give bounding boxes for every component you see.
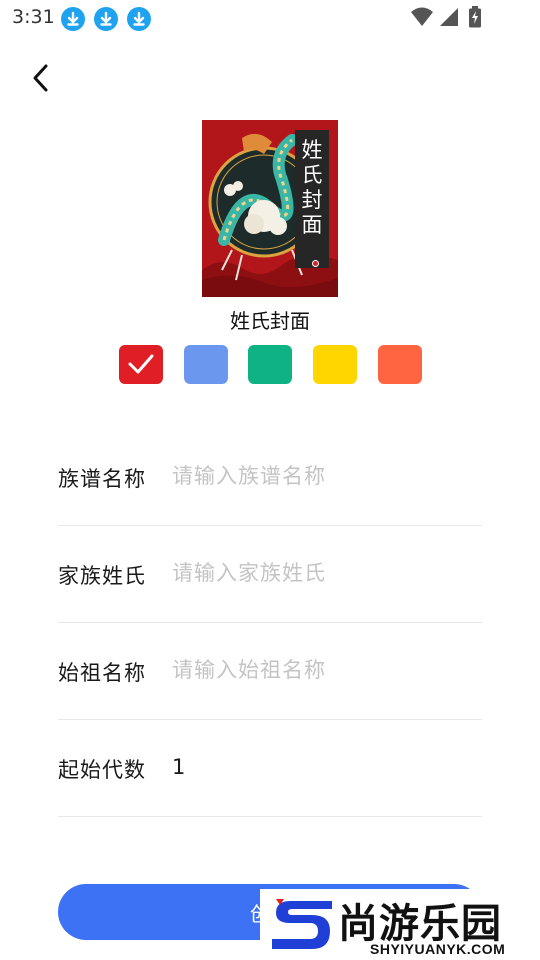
download-icon [94, 7, 118, 31]
start-generation-label: 起始代数 [58, 758, 146, 782]
watermark-logo-icon [272, 899, 332, 949]
battery-charging-icon [469, 6, 481, 28]
checkmark-icon [128, 354, 154, 374]
status-time: 3:31 [12, 6, 55, 28]
genealogy-name-input[interactable] [172, 457, 472, 495]
chevron-left-icon [33, 64, 48, 92]
color-swatch-yellow[interactable] [313, 345, 357, 384]
cover-caption: 姓氏封面 [230, 309, 310, 333]
status-bar: 3:31 [0, 0, 540, 36]
start-generation-input[interactable] [172, 748, 472, 786]
form-row-ancestor-name: 始祖名称 [58, 623, 482, 720]
cover-title-banner: 姓 氏 封 面 [295, 130, 329, 268]
watermark: 尚游乐园 SHYIYUANYK.COM [260, 889, 540, 960]
wifi-icon [411, 7, 433, 26]
form-row-start-generation: 起始代数 [58, 720, 482, 817]
genealogy-name-label: 族谱名称 [58, 467, 146, 491]
color-swatch-blue[interactable] [184, 345, 228, 384]
watermark-subtitle: SHYIYUANYK.COM [370, 941, 506, 957]
download-icon [127, 7, 151, 31]
family-surname-input[interactable] [172, 554, 472, 592]
seal-stamp-icon [312, 260, 319, 267]
color-swatch-green[interactable] [248, 345, 292, 384]
cover-title-char: 面 [301, 213, 323, 237]
form-row-genealogy-name: 族谱名称 [58, 429, 482, 526]
color-swatch-orange[interactable] [378, 345, 422, 384]
cover-title-char: 姓 [301, 138, 323, 162]
ancestor-name-input[interactable] [172, 651, 472, 689]
cover-title-char: 氏 [301, 163, 323, 187]
form-row-family-surname: 家族姓氏 [58, 526, 482, 623]
back-button[interactable] [24, 58, 60, 98]
color-swatch-red[interactable] [119, 345, 163, 384]
cover-title-char: 封 [301, 188, 323, 212]
cellular-signal-icon [440, 8, 458, 26]
ancestor-name-label: 始祖名称 [58, 661, 146, 685]
family-surname-label: 家族姓氏 [58, 564, 146, 588]
download-icon [61, 7, 85, 31]
cover-image[interactable]: 姓 氏 封 面 [202, 120, 338, 297]
